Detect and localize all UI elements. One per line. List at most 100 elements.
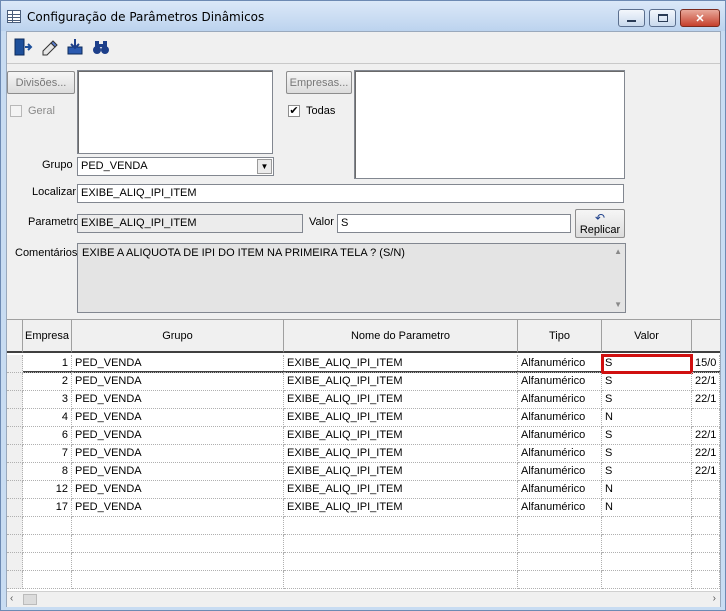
geral-checkbox[interactable] [10,105,22,117]
row-indicator[interactable] [7,355,23,373]
cell-grupo[interactable]: PED_VENDA [72,409,284,427]
cell-valor[interactable]: N [602,499,692,517]
row-indicator[interactable] [7,463,23,481]
table-row[interactable]: 7 PED_VENDA EXIBE_ALIQ_IPI_ITEM Alfanuméric… [7,445,720,463]
cell-grupo[interactable]: PED_VENDA [72,355,284,373]
row-indicator[interactable] [7,427,23,445]
row-indicator[interactable] [7,517,23,535]
column-header-valor[interactable]: Valor [602,320,692,353]
cell-nome[interactable]: EXIBE_ALIQ_IPI_ITEM [284,373,518,391]
cell-grupo[interactable]: PED_VENDA [72,481,284,499]
table-row[interactable]: 6 PED_VENDA EXIBE_ALIQ_IPI_ITEM Alfanuméric… [7,427,720,445]
table-row[interactable] [7,553,720,571]
table-row[interactable]: 4 PED_VENDA EXIBE_ALIQ_IPI_ITEM Alfanuméric… [7,409,720,427]
column-header-grupo[interactable]: Grupo [72,320,284,353]
cell-grupo[interactable] [72,571,284,589]
cell-valor[interactable]: S [602,463,692,481]
cell-valor[interactable]: N [602,409,692,427]
cell-tipo[interactable]: Alfanumérico [518,391,602,409]
column-header-extra[interactable] [692,320,720,353]
cell-data[interactable]: 15/0 [692,355,720,373]
cell-grupo[interactable] [72,553,284,571]
table-row[interactable]: 1 PED_VENDA EXIBE_ALIQ_IPI_ITEM Alfanuméric… [7,354,720,374]
cell-nome[interactable] [284,553,518,571]
comentarios-textarea[interactable]: EXIBE A ALIQUOTA DE IPI DO ITEM NA PRIME… [77,243,626,313]
cell-empresa[interactable]: 7 [23,445,72,463]
scroll-down-icon[interactable]: ▼ [614,300,622,309]
maximize-button[interactable] [649,9,676,27]
cell-nome[interactable]: EXIBE_ALIQ_IPI_ITEM [284,427,518,445]
cell-empresa[interactable]: 17 [23,499,72,517]
cell-grupo[interactable]: PED_VENDA [72,427,284,445]
cell-nome[interactable]: EXIBE_ALIQ_IPI_ITEM [284,391,518,409]
save-button[interactable] [61,35,88,59]
cell-grupo[interactable]: PED_VENDA [72,463,284,481]
scroll-left-icon[interactable]: ‹ [10,593,13,604]
cell-empresa[interactable]: 2 [23,373,72,391]
cell-data[interactable] [692,535,720,553]
valor-input[interactable]: S [337,214,571,233]
cell-valor[interactable]: S [601,354,693,374]
minimize-button[interactable] [618,9,645,27]
cell-data[interactable]: 22/1 [692,427,720,445]
cell-valor[interactable] [602,535,692,553]
cell-nome[interactable]: EXIBE_ALIQ_IPI_ITEM [284,355,518,373]
cell-empresa[interactable]: 8 [23,463,72,481]
cell-tipo[interactable]: Alfanumérico [518,463,602,481]
table-row[interactable]: 17 PED_VENDA EXIBE_ALIQ_IPI_ITEM Alfanuméri… [7,499,720,517]
cell-valor[interactable] [602,553,692,571]
cell-nome[interactable]: EXIBE_ALIQ_IPI_ITEM [284,409,518,427]
table-row[interactable] [7,535,720,553]
divisoes-list[interactable] [77,70,273,154]
row-indicator[interactable] [7,373,23,391]
cell-empresa[interactable] [23,571,72,589]
localizar-input[interactable]: EXIBE_ALIQ_IPI_ITEM [77,184,624,203]
cell-tipo[interactable]: Alfanumérico [518,427,602,445]
column-header-empresa[interactable]: Empresa [23,320,72,353]
cell-tipo[interactable]: Alfanumérico [518,373,602,391]
cell-valor[interactable]: S [602,373,692,391]
cell-valor[interactable] [602,517,692,535]
row-indicator[interactable] [7,553,23,571]
cell-grupo[interactable] [72,535,284,553]
chevron-down-icon[interactable]: ▼ [257,159,272,174]
title-bar[interactable]: Configuração de Parâmetros Dinâmicos ✕ [1,1,725,31]
cell-nome[interactable]: EXIBE_ALIQ_IPI_ITEM [284,445,518,463]
cell-data[interactable]: 22/1 [692,463,720,481]
search-button[interactable] [87,35,114,59]
column-header-tipo[interactable]: Tipo [518,320,602,353]
row-indicator[interactable] [7,391,23,409]
empresas-list[interactable] [354,70,625,179]
cell-nome[interactable] [284,517,518,535]
row-indicator[interactable] [7,499,23,517]
cell-data[interactable] [692,499,720,517]
row-indicator[interactable] [7,481,23,499]
cell-valor[interactable]: S [602,391,692,409]
cell-tipo[interactable]: Alfanumérico [518,355,602,373]
cell-grupo[interactable] [72,517,284,535]
cell-empresa[interactable] [23,517,72,535]
cell-grupo[interactable]: PED_VENDA [72,499,284,517]
table-row[interactable] [7,517,720,535]
cell-empresa[interactable] [23,535,72,553]
cell-grupo[interactable]: PED_VENDA [72,373,284,391]
cell-tipo[interactable]: Alfanumérico [518,499,602,517]
column-header-nome[interactable]: Nome do Parametro [284,320,518,353]
cell-tipo[interactable] [518,553,602,571]
cell-grupo[interactable]: PED_VENDA [72,391,284,409]
table-row[interactable] [7,571,720,589]
exit-button[interactable] [9,35,36,59]
close-button[interactable]: ✕ [680,9,720,27]
todas-checkbox[interactable]: ✔ [288,105,300,117]
row-indicator[interactable] [7,571,23,589]
cell-data[interactable]: 22/1 [692,373,720,391]
cell-tipo[interactable] [518,517,602,535]
cell-data[interactable] [692,481,720,499]
row-indicator[interactable] [7,445,23,463]
cell-tipo[interactable] [518,535,602,553]
cell-nome[interactable] [284,535,518,553]
cell-grupo[interactable]: PED_VENDA [72,445,284,463]
replicar-button[interactable]: ↶ Replicar [575,209,625,238]
cell-tipo[interactable]: Alfanumérico [518,445,602,463]
divisoes-button[interactable]: Divisões... [7,71,75,94]
